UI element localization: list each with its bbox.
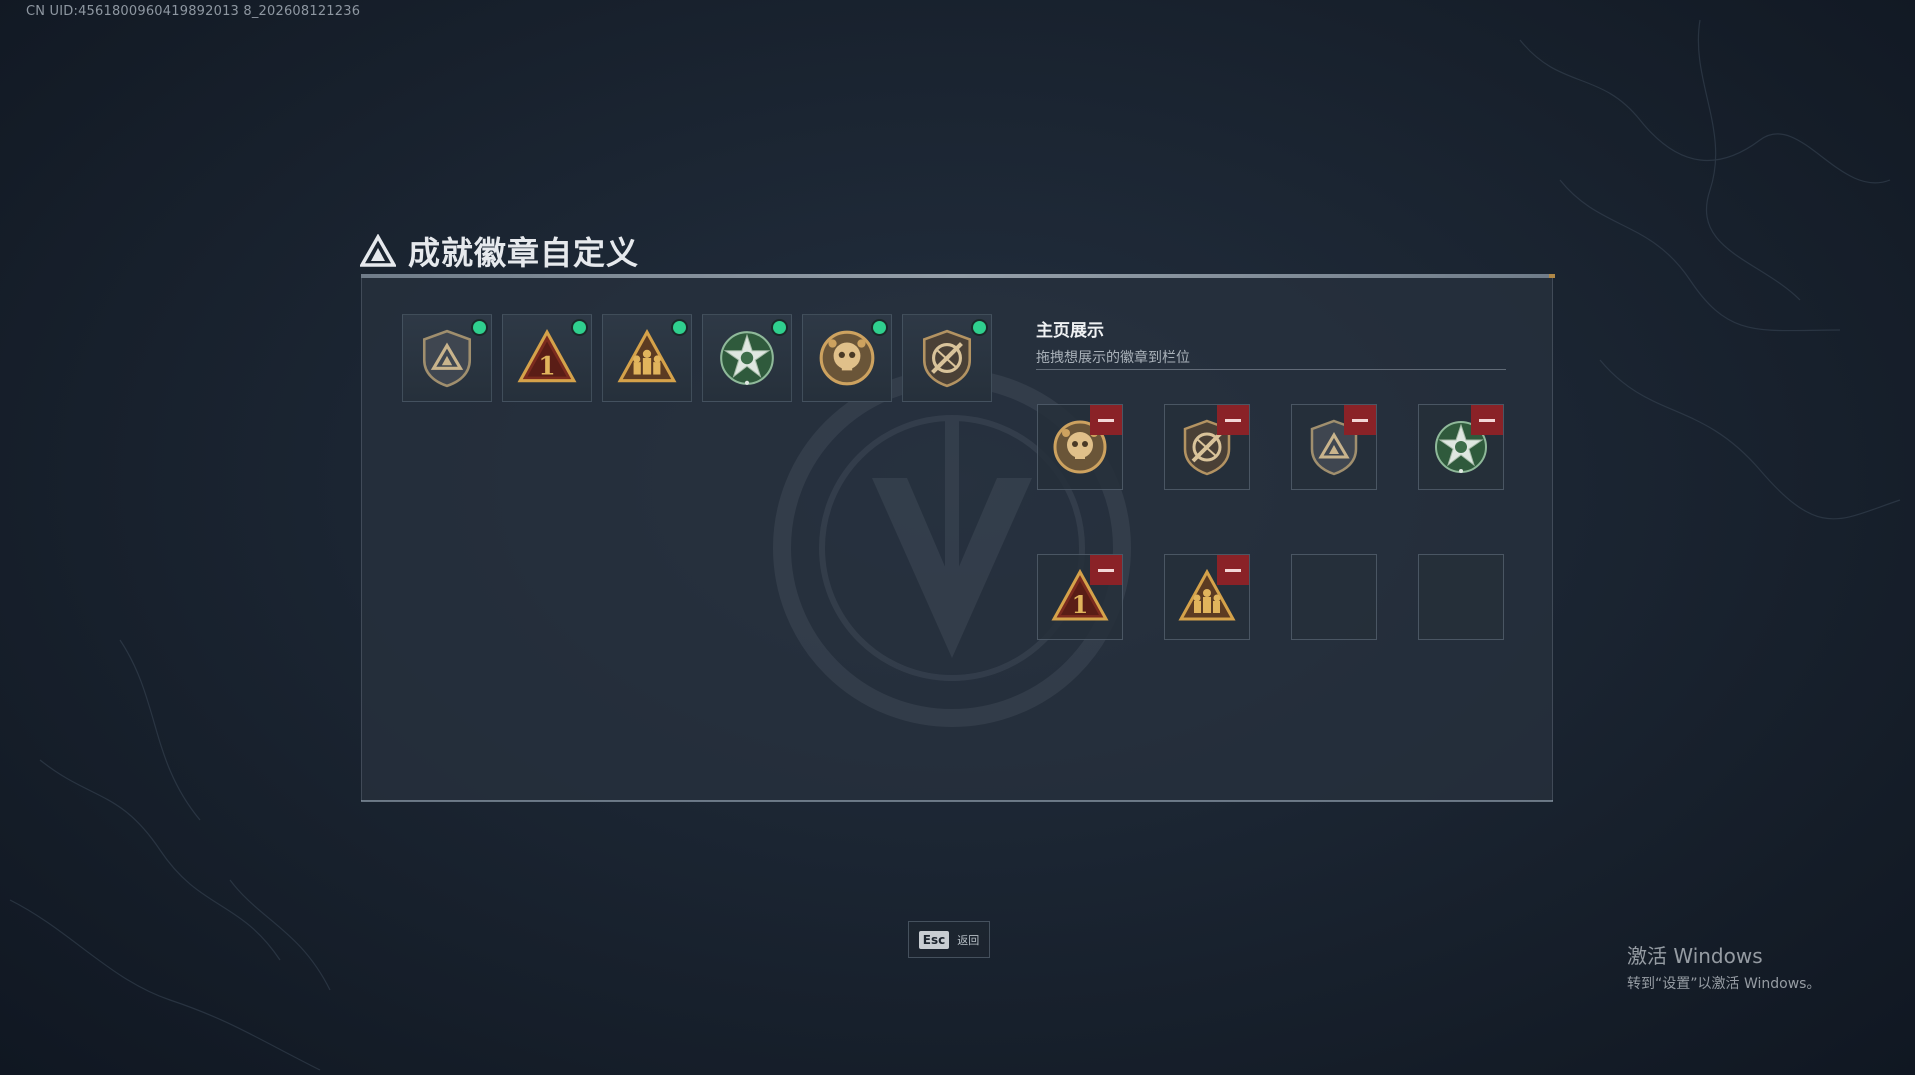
- page-header: 成就徽章自定义: [360, 228, 639, 274]
- inventory-badge-slot[interactable]: 1: [502, 314, 592, 402]
- new-indicator-dot: [873, 321, 886, 334]
- showcase-subtitle: 拖拽想展示的徽章到栏位: [1036, 350, 1190, 366]
- remove-badge-button[interactable]: [1090, 405, 1122, 435]
- back-button[interactable]: Esc 返回: [908, 921, 990, 958]
- minus-icon: [1225, 568, 1241, 572]
- showcase-divider: [1036, 369, 1506, 370]
- inventory-badge-slot[interactable]: [802, 314, 892, 402]
- remove-badge-button[interactable]: [1471, 405, 1503, 435]
- showcase-slot-1[interactable]: [1037, 404, 1123, 490]
- minus-icon: [1352, 418, 1368, 422]
- back-label: 返回: [957, 933, 980, 947]
- watermark-subtitle: 转到“设置”以激活 Windows。: [1627, 976, 1821, 992]
- showcase-slot-3[interactable]: [1291, 404, 1377, 490]
- minus-icon: [1098, 568, 1114, 572]
- remove-badge-button[interactable]: [1090, 555, 1122, 585]
- new-indicator-dot: [473, 321, 486, 334]
- showcase-slot-2[interactable]: [1164, 404, 1250, 490]
- showcase-slot-6[interactable]: [1164, 554, 1250, 640]
- gold-skull-medal-badge-icon: [819, 330, 875, 386]
- triangle-logo-icon: [360, 234, 396, 267]
- showcase-slot-4[interactable]: [1418, 404, 1504, 490]
- remove-badge-button[interactable]: [1217, 405, 1249, 435]
- uid-label: CN UID:4561800960419892013 8_20260812123…: [26, 4, 361, 19]
- showcase-header: 主页展示 拖拽想展示的徽章到栏位: [1036, 316, 1506, 367]
- green-star-wreath-badge-icon: [720, 331, 774, 385]
- svg-text:1: 1: [1072, 590, 1089, 619]
- inventory-badge-slot[interactable]: [602, 314, 692, 402]
- minus-icon: [1479, 418, 1495, 422]
- svg-text:1: 1: [538, 352, 555, 381]
- squad-triangle-badge-icon: [617, 328, 677, 383]
- showcase-slot-5[interactable]: 1: [1037, 554, 1123, 640]
- minus-icon: [1098, 418, 1114, 422]
- badge-inventory: 1: [402, 314, 992, 402]
- showcase-title: 主页展示: [1036, 321, 1104, 341]
- page-title: 成就徽章自定义: [408, 234, 640, 272]
- new-indicator-dot: [673, 321, 686, 334]
- showcase-slot-8-empty[interactable]: [1418, 554, 1504, 640]
- watermark-title: 激活 Windows: [1627, 944, 1763, 968]
- inventory-badge-slot[interactable]: [902, 314, 992, 402]
- remove-badge-button[interactable]: [1344, 405, 1376, 435]
- new-indicator-dot: [973, 321, 986, 334]
- inventory-badge-slot[interactable]: [702, 314, 792, 402]
- rank-one-triangle-badge-icon: 1: [517, 328, 577, 383]
- new-indicator-dot: [773, 321, 786, 334]
- panel-bottom-border: [361, 800, 1553, 802]
- esc-key-hint: Esc: [918, 930, 950, 949]
- remove-badge-button[interactable]: [1217, 555, 1249, 585]
- showcase-slot-7-empty[interactable]: [1291, 554, 1377, 640]
- crossed-rifle-shield-badge-icon: [922, 329, 972, 388]
- badge-panel: 1 主页展示 拖拽想展示的徽章到栏位 1: [361, 278, 1553, 801]
- inventory-badge-slot[interactable]: [402, 314, 492, 402]
- minus-icon: [1225, 418, 1241, 422]
- new-indicator-dot: [573, 321, 586, 334]
- shield-triangle-badge-icon: [422, 329, 472, 388]
- windows-activation-watermark: 激活 Windows 转到“设置”以激活 Windows。: [1627, 940, 1820, 993]
